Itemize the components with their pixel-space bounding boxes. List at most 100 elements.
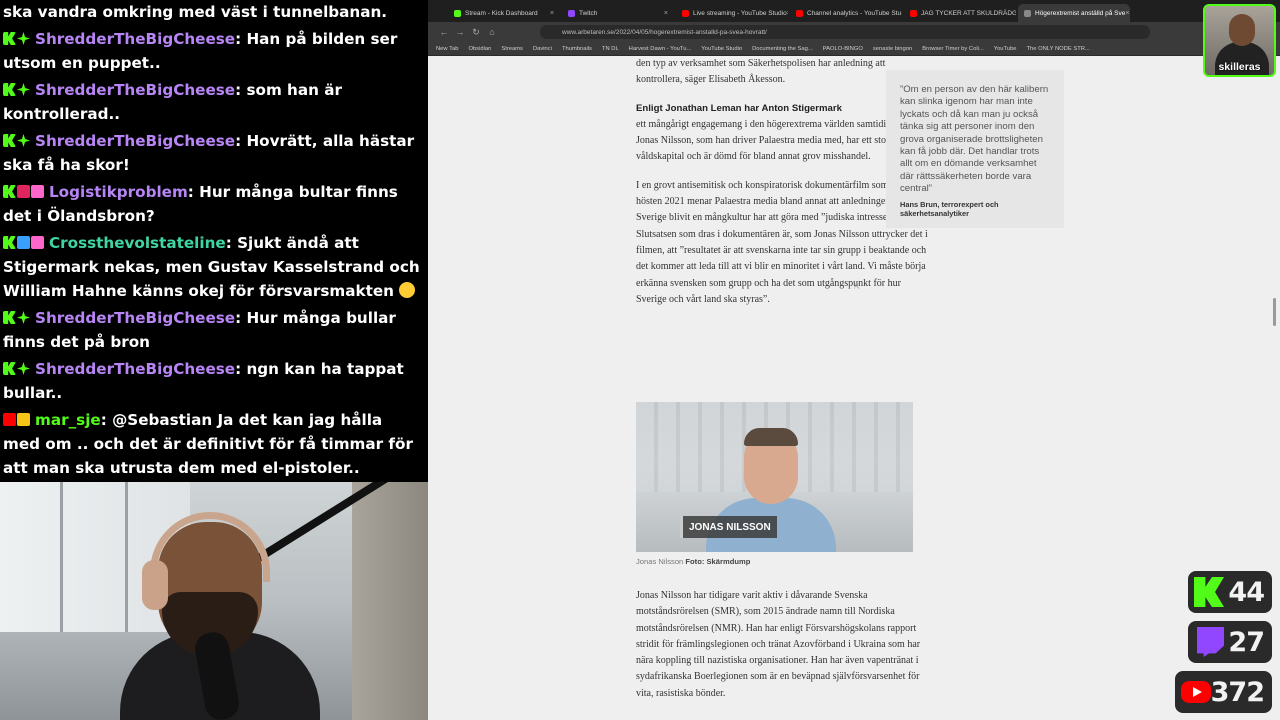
kick-logo-icon — [1194, 577, 1224, 607]
chat-message: Crossthevolstateline: Sjukt ändå att Sti… — [3, 231, 424, 303]
browser-tab[interactable]: Stream - Kick Dashboard × — [448, 4, 560, 22]
web-page: den typ av verksamhet som Säkerhetspolis… — [428, 56, 1280, 720]
bookmark-item[interactable]: YouTube — [994, 46, 1017, 52]
tab-label: JAG TYCKER ATT SKULDRÄDGI — [921, 9, 1016, 17]
streamer-name: skilleras — [1218, 61, 1261, 73]
bookmark-item[interactable]: PAOLO-BINGO — [823, 46, 863, 52]
spark-badge-icon — [17, 362, 30, 375]
twitch-logo-icon — [1197, 627, 1224, 657]
kick-badge-icon — [3, 185, 16, 198]
quote-text: ”Om en person av den här kalibern kan sl… — [900, 84, 1049, 195]
browser-tab[interactable]: Högerextremist anställd på Sve × — [1018, 4, 1130, 22]
favicon-icon — [796, 9, 803, 17]
twitch-viewers: 27 — [1228, 626, 1265, 658]
chat-username[interactable]: ShredderTheBigCheese — [35, 360, 235, 378]
bookmark-item[interactable]: Streams — [501, 46, 523, 52]
caption-credit: Foto: Skärmdump — [685, 557, 751, 566]
chat-overlay: ska vandra omkring med väst i tunnelbana… — [0, 0, 428, 482]
close-tab-icon[interactable]: × — [787, 10, 788, 17]
bookmark-item[interactable]: Thumbnails — [562, 46, 592, 52]
photo-lower-third: JONAS NILSSON — [680, 516, 777, 538]
chat-text: ska vandra omkring med väst i tunnelbana… — [3, 3, 388, 21]
bookmark-item[interactable]: Harvest Dawn - YouTu... — [629, 46, 692, 52]
pull-quote: ”Om en person av den här kalibern kan sl… — [886, 70, 1064, 228]
spark-badge-icon — [17, 134, 30, 147]
chat-message: ska vandra omkring med väst i tunnelbana… — [3, 0, 424, 24]
bookmark-item[interactable]: Davinci — [533, 46, 552, 52]
sun-badge-icon — [17, 413, 30, 426]
twitch-viewer-count: 27 — [1188, 621, 1272, 663]
browser-toolbar: ← → ↻ ⌂ www.arbetaren.se/2022/04/05/hoge… — [428, 22, 1280, 42]
bookmark-item[interactable]: The ONLY NODE STR... — [1027, 46, 1090, 52]
article-photo[interactable]: JONAS NILSSON — [636, 402, 913, 552]
kick-viewer-count: 44 — [1188, 571, 1272, 613]
kick-badge-icon — [3, 134, 16, 147]
chat-message: ShredderTheBigCheese: som han är kontrol… — [3, 78, 424, 126]
favicon-icon — [682, 9, 689, 17]
bookmark-item[interactable]: TN DL — [602, 46, 619, 52]
url-text: www.arbetaren.se/2022/04/05/hogerextremi… — [562, 28, 767, 36]
kick-viewers: 44 — [1228, 576, 1265, 608]
browser-tab[interactable]: Twitch × — [562, 4, 674, 22]
mouse-cursor-icon: ⇱ — [854, 284, 860, 291]
chat-message: mar_sje: @Sebastian Ja det kan jag hålla… — [3, 408, 424, 480]
back-icon[interactable]: ← — [436, 27, 452, 37]
chat-message: Logistikproblem: Hur många bultar finns … — [3, 180, 424, 228]
favicon-icon — [910, 9, 917, 17]
photo-caption: Jonas Nilsson Foto: Skärmdump — [636, 557, 750, 566]
spark-badge-icon — [17, 32, 30, 45]
favicon-icon — [568, 9, 575, 17]
close-tab-icon[interactable]: × — [901, 10, 902, 17]
kick-badge-icon — [3, 311, 16, 324]
chat-message: ShredderTheBigCheese: Hur många bullar f… — [3, 306, 424, 354]
tab-label: Högerextremist anställd på Sve — [1035, 9, 1126, 17]
pink-badge-icon — [31, 185, 44, 198]
bookmark-item[interactable]: Documenting the Sag... — [752, 46, 813, 52]
browser-tab[interactable]: Channel analytics - YouTube Stu× — [790, 4, 902, 22]
close-tab-icon[interactable]: × — [664, 10, 668, 17]
chat-username[interactable]: ShredderTheBigCheese — [35, 30, 235, 48]
bookmark-item[interactable]: Obsidian — [468, 46, 491, 52]
crazy-face-emoji-icon — [398, 282, 415, 298]
browser-tab[interactable]: Live streaming - YouTube Studio× — [676, 4, 788, 22]
chat-message: ShredderTheBigCheese: Han på bilden ser … — [3, 27, 424, 75]
browser-tab[interactable]: JAG TYCKER ATT SKULDRÄDGI × — [904, 4, 1016, 22]
quote-attribution: Hans Brun, terrorexpert och säkerhetsana… — [900, 199, 999, 219]
chat-username[interactable]: Crossthevolstateline — [49, 234, 226, 252]
close-tab-icon[interactable]: × — [1125, 10, 1129, 17]
red-badge-icon — [17, 185, 30, 198]
close-tab-icon[interactable]: × — [550, 10, 554, 17]
streamer-avatar: skilleras — [1203, 4, 1276, 77]
youtube-viewers: 372 — [1210, 676, 1265, 708]
bookmarks-bar: New Tab Obsidian Streams Davinci Thumbnails T… — [428, 42, 1280, 56]
bookmark-item[interactable]: New Tab — [436, 46, 458, 52]
chat-username[interactable]: ShredderTheBigCheese — [35, 309, 235, 327]
curtain — [352, 482, 428, 720]
cube-badge-icon — [17, 236, 30, 249]
caption-name: Jonas Nilsson — [636, 557, 684, 566]
bookmark-item[interactable]: Browser Timer by Coli... — [922, 46, 984, 52]
spark-badge-icon — [17, 83, 30, 96]
browser-window: Stream - Kick Dashboard × Twitch × Live stre… — [428, 0, 1280, 720]
tab-label: Twitch — [579, 9, 598, 17]
chat-username[interactable]: Logistikproblem — [49, 183, 188, 201]
chat-username[interactable]: mar_sje — [35, 411, 101, 429]
scrollbar-thumb[interactable] — [1273, 298, 1276, 326]
article-body-continued: Jonas Nilsson har tidigare varit aktiv i… — [636, 588, 934, 702]
kick-badge-icon — [3, 32, 16, 45]
address-bar[interactable]: www.arbetaren.se/2022/04/05/hogerextremi… — [540, 25, 1150, 39]
youtube-logo-icon — [1181, 681, 1211, 703]
tab-label: Stream - Kick Dashboard — [465, 9, 538, 17]
youtube-viewer-count: 372 — [1175, 671, 1272, 713]
favicon-icon — [1024, 9, 1031, 17]
chat-username[interactable]: ShredderTheBigCheese — [35, 132, 235, 150]
reload-icon[interactable]: ↻ — [468, 27, 484, 38]
bookmark-item[interactable]: senaste bingon — [873, 46, 912, 52]
forward-icon[interactable]: → — [452, 27, 468, 37]
article-paragraph: Jonas Nilsson har tidigare varit aktiv i… — [636, 590, 921, 699]
kick-badge-icon — [3, 83, 16, 96]
bookmark-item[interactable]: YouTube Studio — [701, 46, 742, 52]
chat-username[interactable]: ShredderTheBigCheese — [35, 81, 235, 99]
home-icon[interactable]: ⌂ — [484, 27, 500, 37]
spark-badge-icon — [17, 311, 30, 324]
